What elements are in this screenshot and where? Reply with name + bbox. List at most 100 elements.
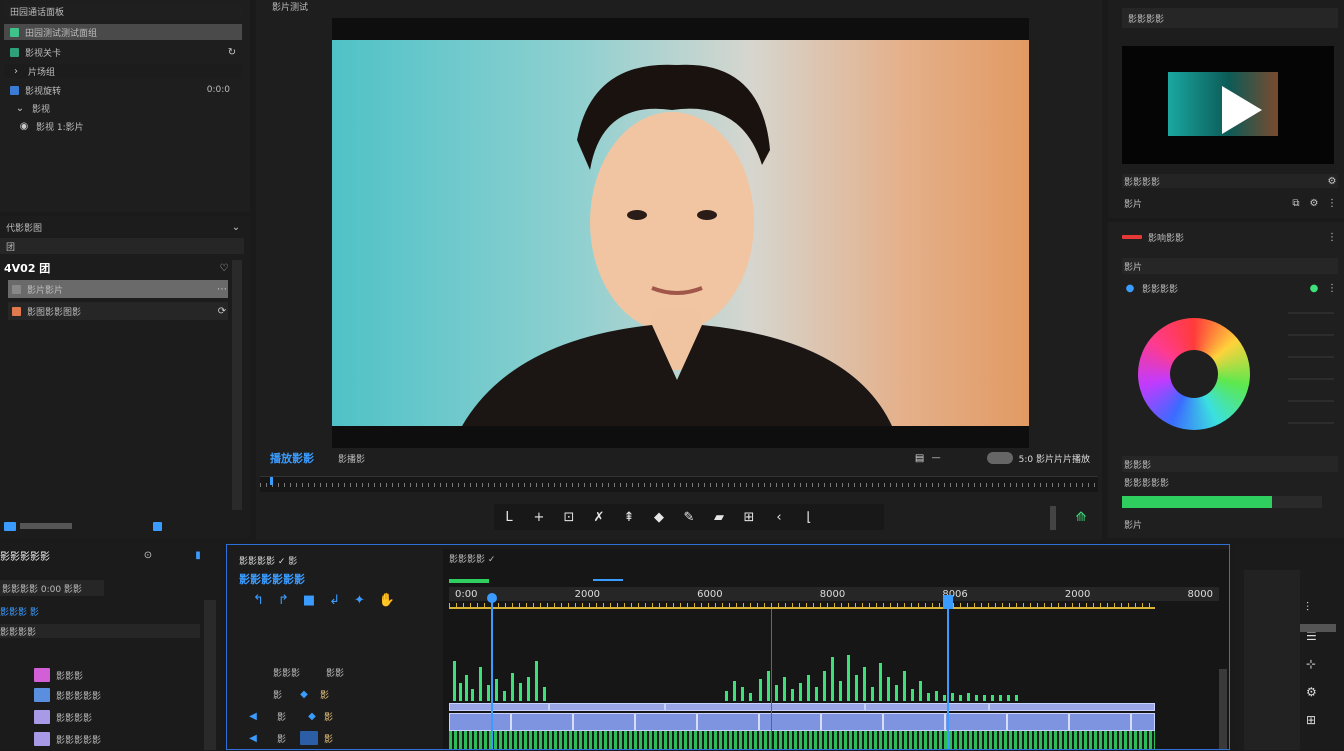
media-item-selected[interactable]: 影片影片 ⋯ <box>8 280 228 298</box>
project-item[interactable]: › 片场组 <box>4 64 242 78</box>
eye-icon[interactable]: ◀ <box>247 732 259 744</box>
overwrite-button[interactable]: ▰ <box>710 508 728 526</box>
viewer-scrubber[interactable] <box>260 476 1098 492</box>
more-icon[interactable]: ⋯ <box>216 283 228 295</box>
trim-button[interactable]: ✗ <box>590 508 608 526</box>
video-clip[interactable] <box>549 703 665 711</box>
settings-icon[interactable]: ⚙ <box>1326 175 1338 187</box>
eye-icon[interactable]: ◀ <box>247 710 259 722</box>
sync-icon[interactable]: ⟳ <box>216 305 228 317</box>
extract-button[interactable]: ✎ <box>680 508 698 526</box>
razor-tool-icon[interactable]: ■ <box>303 593 315 608</box>
playhead-left[interactable] <box>491 597 493 749</box>
waveform-icon[interactable]: ⫶ <box>1306 600 1317 615</box>
project-panel-tab[interactable]: 田园通话面板 <box>10 5 64 18</box>
lock-icon[interactable]: ◆ <box>298 688 310 700</box>
slip-tool-icon[interactable]: ↲ <box>329 593 340 608</box>
ripple-tool-icon[interactable]: ↱ <box>278 593 289 608</box>
track-header[interactable]: ◀ 影 ◆ 影 <box>247 709 423 723</box>
refresh-icon[interactable]: ↻ <box>226 46 238 58</box>
track-row[interactable]: 影影影 <box>0 666 220 684</box>
list-view-icon[interactable] <box>4 521 16 531</box>
copy-icon[interactable]: ⧉ <box>1290 197 1302 209</box>
viewer-timecode: 播放影影 <box>270 452 314 465</box>
timeline-area[interactable]: 影影影影 ✓ 0:00 2000 6000 8000 8006 2000 800… <box>443 549 1229 749</box>
timeline-vscrollbar[interactable] <box>1219 669 1227 749</box>
media-scrollbar[interactable] <box>232 260 242 510</box>
viewer-tab[interactable]: 影播影 <box>338 452 365 465</box>
color-mix-slider[interactable] <box>1122 496 1322 508</box>
track-list-scrollbar[interactable] <box>204 600 216 750</box>
ripple-button[interactable]: ◆ <box>650 508 668 526</box>
chevron-right-icon[interactable]: › <box>10 65 22 77</box>
playhead-left-handle[interactable] <box>487 593 497 603</box>
track-row[interactable]: 影影影影影 <box>0 686 220 704</box>
project-item-selected[interactable]: 田园测试测试面组 <box>4 24 242 40</box>
insert-button[interactable]: ⊡ <box>560 508 578 526</box>
project-item[interactable]: ⌄ 影视 <box>4 101 242 115</box>
chevron-down-icon[interactable]: ⌄ <box>14 102 26 114</box>
media-panel-tab[interactable]: 团 <box>0 238 244 254</box>
toggle-icon[interactable]: ● <box>1308 282 1320 294</box>
color-sliders[interactable] <box>1288 312 1334 442</box>
mark-out-button[interactable]: ⌊ <box>800 508 818 526</box>
timeline-ruler[interactable]: 0:00 2000 6000 8000 8006 2000 8000 <box>449 587 1219 601</box>
media-item[interactable]: 影图影影图影 ⟳ <box>8 302 228 320</box>
video-clip[interactable] <box>449 703 549 711</box>
video-clip[interactable] <box>449 713 1155 731</box>
video-frame[interactable] <box>332 18 1029 448</box>
trim-edit-button[interactable]: ⊞ <box>740 508 758 526</box>
heart-icon[interactable]: ♡ <box>218 262 230 274</box>
pen-tool-icon[interactable]: ✦ <box>354 593 365 608</box>
menu-icon[interactable]: ⌄ <box>230 221 242 233</box>
grid-view-icon[interactable] <box>153 521 162 531</box>
play-icon[interactable] <box>1222 86 1262 134</box>
scrubber-playhead[interactable] <box>270 477 273 485</box>
solo-icon[interactable] <box>300 731 319 745</box>
playhead-marker[interactable] <box>771 609 772 749</box>
scroll-handle[interactable] <box>1050 506 1056 530</box>
program-thumbnail[interactable] <box>1122 46 1334 164</box>
track-header[interactable]: ◀ 影 影 <box>247 731 423 745</box>
bars-icon[interactable]: ▮ <box>192 549 204 561</box>
track-row[interactable]: 影影影影 <box>0 708 220 726</box>
gear-icon[interactable]: ⚙ <box>1308 197 1320 209</box>
prev-button[interactable]: ‹ <box>770 508 788 526</box>
track-list-field[interactable]: 影影影影 0:00 影影 <box>0 580 104 596</box>
more-icon[interactable]: ⋮ <box>1326 231 1338 243</box>
track-row[interactable]: 影影影影影 <box>0 730 220 748</box>
add-marker-button[interactable]: + <box>530 508 548 526</box>
mute-icon[interactable]: ◆ <box>306 710 318 722</box>
more-icon[interactable]: ⋮ <box>1326 282 1338 294</box>
track-header[interactable]: 影影影 影影 <box>273 665 423 679</box>
select-tool-icon[interactable]: ↰ <box>253 593 264 608</box>
settings-icon[interactable]: ⚙ <box>1306 685 1317 699</box>
fit-icon[interactable]: ▤ <box>914 452 926 464</box>
playhead-right[interactable] <box>947 597 949 749</box>
plus-icon[interactable]: ⊹ <box>1306 657 1317 671</box>
project-item[interactable]: ◉ 影视 1:影片 <box>4 119 242 133</box>
export-icon[interactable]: ⟰ <box>1072 508 1090 526</box>
video-clip[interactable] <box>665 703 865 711</box>
grid-icon[interactable]: ⊞ <box>1306 713 1317 727</box>
video-clip[interactable] <box>865 703 989 711</box>
zoom-dash[interactable]: — <box>932 453 941 463</box>
project-item[interactable]: 影视关卡 ↻ <box>4 45 242 59</box>
playhead-right-handle[interactable] <box>943 595 953 609</box>
timeline-tab[interactable]: 影影影影 ✓ <box>449 551 495 565</box>
project-item[interactable]: 影视旋转 0:0:0 <box>4 83 242 97</box>
color-wheel[interactable] <box>1138 318 1250 430</box>
record-icon[interactable]: ⊙ <box>142 549 154 561</box>
lift-button[interactable]: ⇞ <box>620 508 638 526</box>
cloud-icon[interactable] <box>986 452 1013 464</box>
color-effect-row[interactable]: ● 影影影影 ● ⋮ <box>1122 280 1338 296</box>
zoom-slider[interactable] <box>20 523 72 529</box>
clip-thumbnail-icon <box>12 306 21 316</box>
more-icon[interactable]: ⋮ <box>1326 197 1338 209</box>
track-header[interactable]: 影 ◆ 影 <box>273 687 423 701</box>
meter-handle[interactable] <box>1300 624 1336 632</box>
hand-tool-icon[interactable]: ✋ <box>379 593 395 608</box>
bin-header[interactable]: 4V02 团 ♡ <box>4 260 230 276</box>
video-clip[interactable] <box>989 703 1155 711</box>
mark-in-button[interactable]: L <box>500 508 518 526</box>
